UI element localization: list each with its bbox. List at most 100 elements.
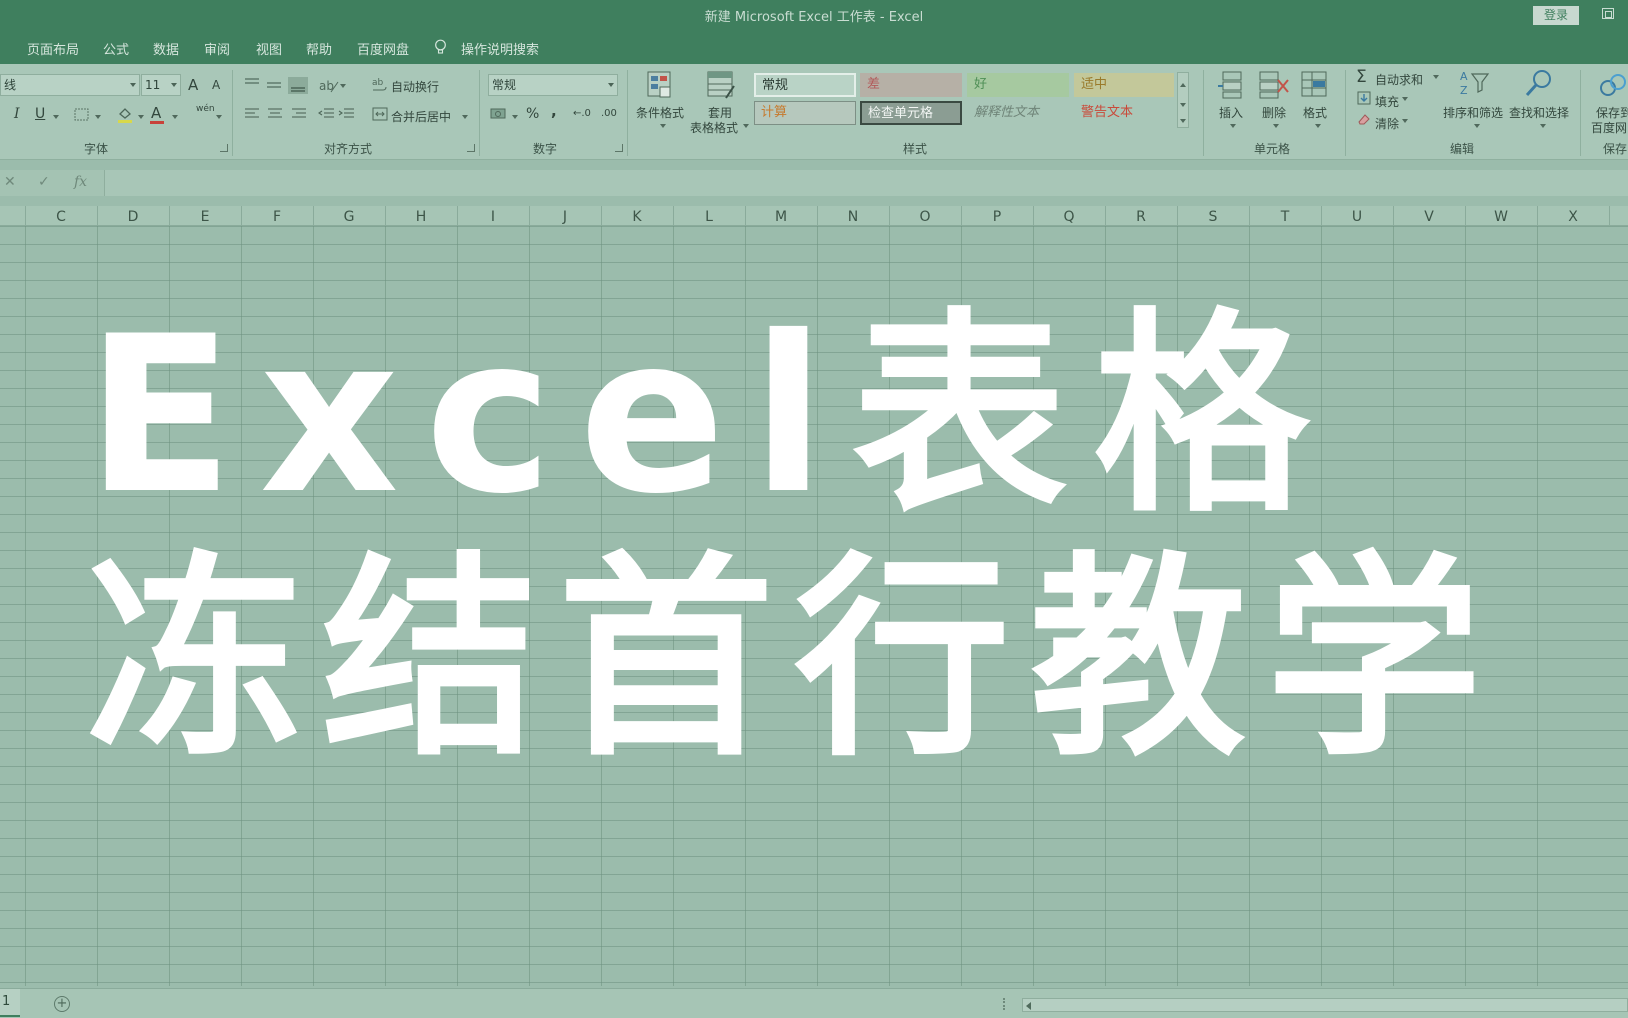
column-header-q[interactable]: Q: [1033, 209, 1105, 225]
table-format-dropdown-icon[interactable]: [743, 124, 749, 128]
tab-split-handle[interactable]: [1003, 998, 1005, 1010]
delete-button[interactable]: 删除: [1262, 104, 1286, 121]
column-header-n[interactable]: N: [817, 209, 889, 225]
column-header-l[interactable]: L: [673, 209, 745, 225]
tab-data[interactable]: 数据: [153, 39, 179, 58]
confirm-entry-icon[interactable]: ✓: [38, 174, 50, 190]
currency-dropdown-icon[interactable]: [512, 115, 518, 119]
column-header-k[interactable]: K: [601, 209, 673, 225]
column-header-u[interactable]: U: [1321, 209, 1393, 225]
clear-button[interactable]: 清除: [1375, 115, 1399, 132]
currency-icon[interactable]: [490, 106, 510, 122]
phonetic-dropdown-icon[interactable]: [216, 115, 222, 119]
underline-button[interactable]: U: [35, 106, 45, 122]
italic-button[interactable]: I: [14, 106, 20, 122]
cancel-entry-icon[interactable]: ✕: [4, 174, 16, 190]
underline-dropdown-icon[interactable]: [53, 115, 59, 119]
column-header-x[interactable]: X: [1537, 209, 1609, 225]
formula-input[interactable]: [104, 170, 1628, 196]
column-header-p[interactable]: P: [961, 209, 1033, 225]
styles-scroll[interactable]: [1177, 72, 1189, 128]
border-icon[interactable]: [74, 108, 90, 122]
font-color-dropdown-icon[interactable]: [172, 115, 178, 119]
style-check-cell[interactable]: 检查单元格: [860, 101, 962, 125]
font-size-dropdown[interactable]: 11: [141, 74, 181, 96]
insert-dropdown-icon[interactable]: [1230, 124, 1236, 128]
column-header-f[interactable]: F: [241, 209, 313, 225]
sheet-tab-active[interactable]: 1: [0, 989, 20, 1017]
conditional-format-button[interactable]: 条件格式: [636, 104, 684, 121]
number-dialog-launcher[interactable]: [615, 144, 623, 152]
shrink-font-button[interactable]: A: [212, 78, 220, 92]
scroll-left-icon[interactable]: [1026, 1002, 1031, 1010]
format-button[interactable]: 格式: [1303, 104, 1327, 121]
save-to-baidu-line2[interactable]: 百度网: [1591, 119, 1627, 136]
column-divider[interactable]: [1609, 206, 1610, 226]
table-format-line2[interactable]: 表格格式: [690, 119, 738, 136]
conditional-format-dropdown-icon[interactable]: [660, 124, 666, 128]
percent-button[interactable]: %: [526, 106, 539, 122]
orientation-dropdown-icon[interactable]: [340, 84, 346, 88]
column-header-s[interactable]: S: [1177, 209, 1249, 225]
tab-view[interactable]: 视图: [256, 39, 282, 58]
find-select-button[interactable]: 查找和选择: [1509, 104, 1569, 121]
column-header-t[interactable]: T: [1249, 209, 1321, 225]
column-header-m[interactable]: M: [745, 209, 817, 225]
style-explanatory[interactable]: 解释性文本: [967, 101, 1069, 125]
style-calculation[interactable]: 计算: [754, 101, 856, 125]
style-warning[interactable]: 警告文本: [1074, 101, 1174, 125]
number-format-dropdown[interactable]: 常规: [488, 74, 618, 96]
font-name-dropdown[interactable]: 线: [0, 74, 140, 96]
column-header-j[interactable]: J: [529, 209, 601, 225]
tab-baidu-netdisk[interactable]: 百度网盘: [357, 39, 409, 58]
insert-button[interactable]: 插入: [1219, 104, 1243, 121]
style-normal[interactable]: 常规: [754, 73, 856, 97]
column-header-c[interactable]: C: [25, 209, 97, 225]
column-header-r[interactable]: R: [1105, 209, 1177, 225]
style-good[interactable]: 好: [967, 73, 1069, 97]
phonetic-button[interactable]: wén: [196, 104, 215, 114]
autosum-dropdown-icon[interactable]: [1433, 75, 1439, 79]
vertical-align-icons[interactable]: [244, 76, 310, 94]
column-header-e[interactable]: E: [169, 209, 241, 225]
column-header-g[interactable]: G: [313, 209, 385, 225]
format-dropdown-icon[interactable]: [1315, 124, 1321, 128]
column-header-h[interactable]: H: [385, 209, 457, 225]
font-color-button[interactable]: A: [151, 104, 161, 122]
horizontal-align-icons[interactable]: [244, 106, 310, 122]
increase-decimal-button[interactable]: ←.0: [573, 108, 591, 119]
style-neutral[interactable]: 适中: [1074, 73, 1174, 97]
column-header-o[interactable]: O: [889, 209, 961, 225]
horizontal-scrollbar[interactable]: [1022, 998, 1628, 1012]
tab-formulas[interactable]: 公式: [103, 39, 129, 58]
wrap-text-button[interactable]: 自动换行: [391, 78, 439, 95]
column-header-w[interactable]: W: [1465, 209, 1537, 225]
find-select-dropdown-icon[interactable]: [1540, 124, 1546, 128]
column-header-v[interactable]: V: [1393, 209, 1465, 225]
grow-font-button[interactable]: A: [188, 76, 198, 94]
column-header-d[interactable]: D: [97, 209, 169, 225]
clear-dropdown-icon[interactable]: [1402, 119, 1408, 123]
comma-button[interactable]: ,: [551, 102, 557, 120]
login-button[interactable]: 登录: [1533, 6, 1579, 25]
alignment-dialog-launcher[interactable]: [467, 144, 475, 152]
autosum-button[interactable]: 自动求和: [1375, 71, 1423, 88]
indent-icons[interactable]: [318, 106, 358, 122]
sort-filter-dropdown-icon[interactable]: [1474, 124, 1480, 128]
delete-dropdown-icon[interactable]: [1273, 124, 1279, 128]
fill-button[interactable]: 填充: [1375, 93, 1399, 110]
tab-review[interactable]: 审阅: [204, 39, 230, 58]
column-header-i[interactable]: I: [457, 209, 529, 225]
merge-center-dropdown-icon[interactable]: [462, 115, 468, 119]
decrease-decimal-button[interactable]: .00: [601, 108, 617, 119]
sort-filter-button[interactable]: 排序和筛选: [1443, 104, 1503, 121]
tab-page-layout[interactable]: 页面布局: [27, 39, 79, 58]
tab-help[interactable]: 帮助: [306, 39, 332, 58]
border-dropdown-icon[interactable]: [95, 115, 101, 119]
tell-me-search[interactable]: 操作说明搜索: [461, 39, 539, 58]
font-dialog-launcher[interactable]: [220, 144, 228, 152]
fill-dropdown-icon[interactable]: [1402, 97, 1408, 101]
add-sheet-button[interactable]: +: [54, 996, 70, 1012]
style-bad[interactable]: 差: [860, 73, 962, 97]
fill-color-dropdown-icon[interactable]: [138, 115, 144, 119]
